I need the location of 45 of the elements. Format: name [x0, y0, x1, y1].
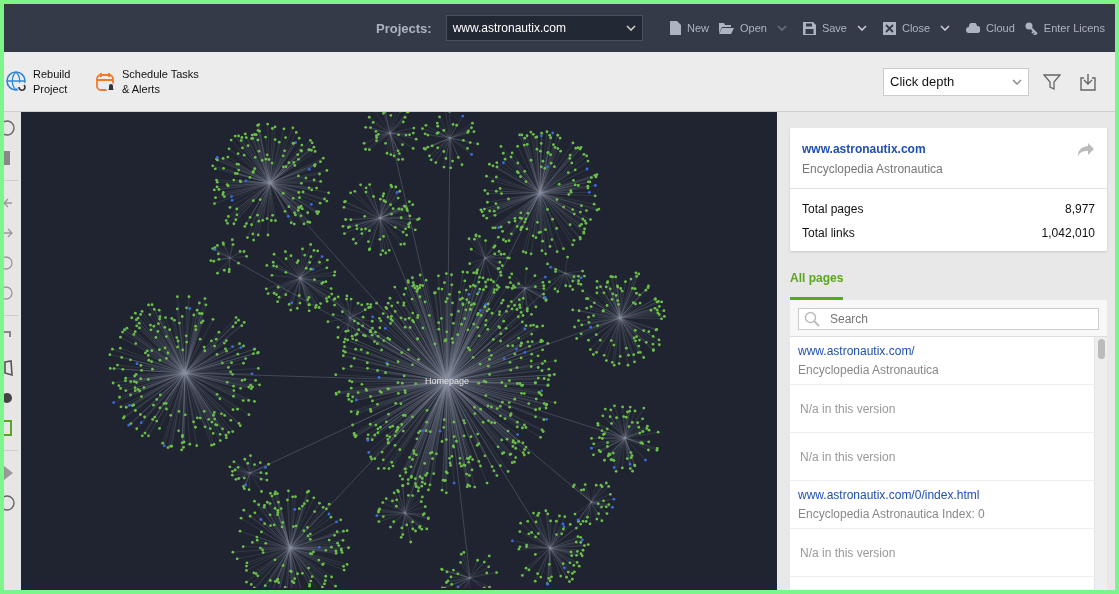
search-icon — [804, 311, 820, 327]
page-note: N/a in this version — [799, 545, 897, 560]
close-icon — [882, 21, 896, 35]
floppy-icon — [802, 21, 816, 35]
project-select[interactable]: www.astronautix.com — [445, 15, 643, 41]
caret-icon[interactable] — [940, 25, 951, 31]
stat-label: Total pages — [802, 202, 864, 216]
site-url[interactable]: www.astronautix.com — [802, 142, 943, 156]
tool-icon[interactable] — [4, 120, 16, 136]
stat-value: 8,977 — [1064, 202, 1095, 216]
page-url[interactable]: www.astronautix.com/0/index.html — [798, 488, 1094, 502]
share-icon[interactable] — [1077, 142, 1095, 158]
download-icon[interactable] — [1079, 72, 1097, 91]
filter-icon[interactable] — [1043, 72, 1061, 91]
chevron-icon — [625, 25, 636, 31]
tool-icon[interactable] — [4, 360, 16, 376]
search-field[interactable]: Search — [798, 308, 1099, 330]
caret-icon[interactable] — [856, 25, 867, 31]
page-note: N/a in this version — [799, 401, 897, 416]
page-note: N/a in this version — [799, 449, 897, 464]
scrollbar[interactable] — [1094, 337, 1107, 590]
stat-value: 1,042,010 — [1041, 226, 1095, 240]
document-icon — [668, 21, 681, 35]
stat-label: Total links — [802, 226, 855, 240]
view-select[interactable]: Click depth — [883, 67, 1029, 96]
rebuild-button[interactable]: Rebuild Project — [6, 66, 73, 97]
close-button[interactable]: Close — [882, 21, 931, 35]
calendar-bell-icon — [95, 70, 117, 93]
open-button[interactable]: Open — [718, 22, 767, 34]
new-button[interactable]: New — [668, 21, 709, 35]
projects-label: Projects: — [376, 20, 432, 36]
page-url[interactable]: www.astronautix.com/ — [798, 344, 1094, 358]
schedule-button[interactable]: Schedule Tasks & Alerts — [95, 66, 204, 97]
page-title: Encyclopedia Astronautica — [798, 363, 940, 377]
page-title: Encyclopedia Astronautica Index: 0 — [798, 507, 986, 521]
site-title: Encyclopedia Astronautica — [802, 162, 943, 176]
node-label: Homepage — [425, 376, 469, 386]
key-icon — [1024, 21, 1038, 35]
save-button[interactable]: Save — [802, 21, 847, 35]
cloud-button[interactable]: Cloud — [966, 22, 1015, 34]
cloud-icon — [966, 23, 981, 33]
folder-icon — [718, 22, 734, 34]
tool-icon[interactable] — [4, 495, 16, 511]
chevron-icon — [1012, 78, 1022, 85]
key-button[interactable]: Enter Licens — [1024, 21, 1105, 35]
